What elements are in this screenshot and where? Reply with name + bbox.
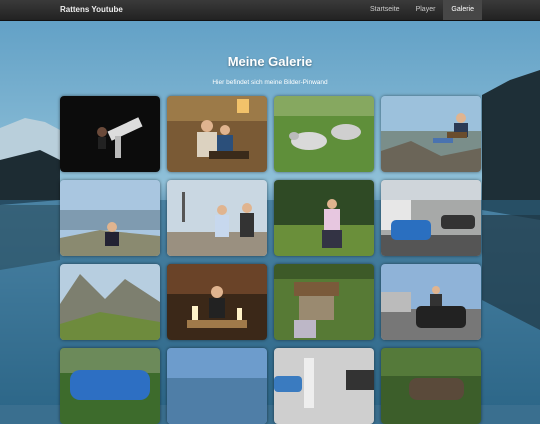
gallery-thumbnail[interactable] <box>274 264 374 340</box>
gallery-thumbnail[interactable] <box>381 180 481 256</box>
brand-link[interactable]: Rattens Youtube <box>60 0 123 20</box>
gallery-thumbnail[interactable] <box>274 348 374 424</box>
nav-menu: Startseite Player Galerie <box>362 0 482 20</box>
gallery-thumbnail[interactable] <box>167 348 267 424</box>
gallery-thumbnail[interactable] <box>167 96 267 172</box>
gallery-thumbnail[interactable] <box>274 180 374 256</box>
nav-startseite[interactable]: Startseite <box>362 0 408 20</box>
nav-player[interactable]: Player <box>408 0 444 20</box>
gallery-thumbnail[interactable] <box>60 264 160 340</box>
gallery-thumbnail[interactable] <box>381 264 481 340</box>
page-subtitle: Hier befindet sich meine Bilder-Pinwand <box>212 79 328 86</box>
gallery-thumbnail[interactable] <box>167 264 267 340</box>
gallery-thumbnail[interactable] <box>167 180 267 256</box>
nav-galerie[interactable]: Galerie <box>443 0 482 20</box>
gallery-thumbnail[interactable] <box>60 348 160 424</box>
gallery-thumbnail[interactable] <box>60 180 160 256</box>
page-title: Meine Galerie <box>227 54 313 69</box>
gallery-thumbnail[interactable] <box>381 348 481 424</box>
gallery-thumbnail[interactable] <box>60 96 160 172</box>
gallery-thumbnail[interactable] <box>381 96 481 172</box>
gallery-thumbnail[interactable] <box>274 96 374 172</box>
top-navbar: Rattens Youtube Startseite Player Galeri… <box>0 0 540 21</box>
